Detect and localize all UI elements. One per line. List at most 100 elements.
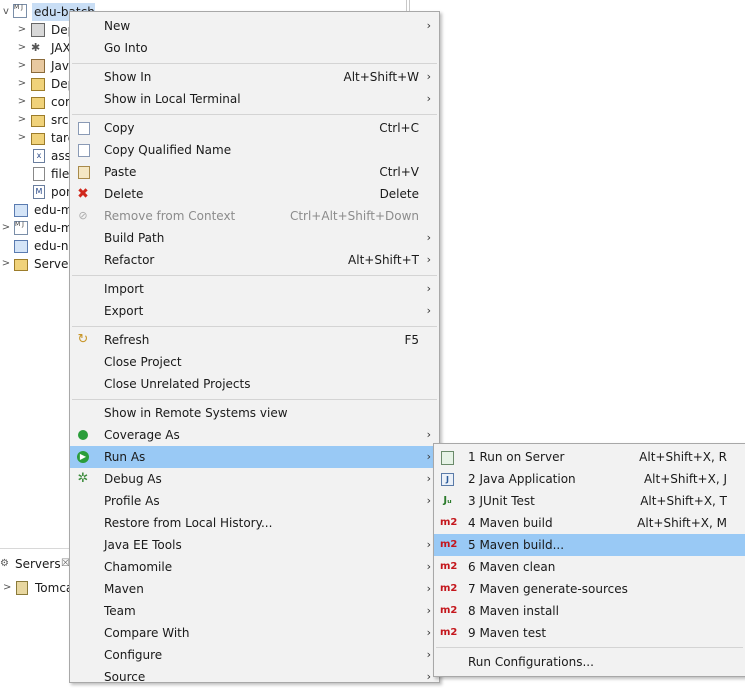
- chevron-right-icon: ›: [426, 626, 431, 639]
- submenu-item-label: 7 Maven generate-sources: [468, 582, 628, 596]
- tree-item-label: Java: [51, 59, 70, 73]
- submenu-item-maven-install[interactable]: m2 8 Maven install: [434, 600, 745, 622]
- chevron-right-icon: ›: [426, 604, 431, 617]
- menu-item-source[interactable]: Source ›: [70, 666, 439, 688]
- chevron-right-icon[interactable]: >: [17, 111, 27, 129]
- tree-item-label: targ: [51, 131, 70, 145]
- menu-item-go-into[interactable]: Go Into: [70, 37, 439, 59]
- menu-item-show-in-local-terminal[interactable]: Show in Local Terminal ›: [70, 88, 439, 110]
- menu-item-label: Export: [104, 304, 144, 318]
- menu-item-copy[interactable]: Copy Ctrl+C: [70, 117, 439, 139]
- menu-item-new[interactable]: New ›: [70, 15, 439, 37]
- menu-item-delete[interactable]: ✖ Delete Delete: [70, 183, 439, 205]
- menu-item-maven[interactable]: Maven ›: [70, 578, 439, 600]
- menu-item-shortcut: Alt+Shift+W: [343, 70, 420, 84]
- tree-item-label: edu-m: [34, 203, 70, 217]
- chevron-right-icon[interactable]: >: [17, 93, 27, 111]
- menu-item-import[interactable]: Import ›: [70, 278, 439, 300]
- chevron-right-icon[interactable]: >: [1, 255, 11, 273]
- menu-item-shortcut: Delete: [379, 187, 419, 201]
- tree-row[interactable]: x asse: [0, 147, 70, 165]
- submenu-item-maven-build[interactable]: m2 4 Maven build Alt+Shift+X, M: [434, 512, 745, 534]
- menu-item-profile-as[interactable]: Profile As ›: [70, 490, 439, 512]
- tree-row[interactable]: > Dep: [0, 21, 70, 39]
- menu-item-team[interactable]: Team ›: [70, 600, 439, 622]
- submenu-item-java-application[interactable]: J 2 Java Application Alt+Shift+X, J: [434, 468, 745, 490]
- chevron-right-icon: ›: [426, 472, 431, 485]
- submenu-item-label: 3 JUnit Test: [468, 494, 535, 508]
- project-icon: [14, 240, 28, 253]
- submenu-item-label: 8 Maven install: [468, 604, 559, 618]
- submenu-item-maven-build-dialog[interactable]: m2 5 Maven build...: [434, 534, 745, 556]
- menu-item-refresh[interactable]: ↻ Refresh F5: [70, 329, 439, 351]
- menu-item-paste[interactable]: Paste Ctrl+V: [70, 161, 439, 183]
- tree-row[interactable]: > cor: [0, 93, 70, 111]
- folder-icon: [31, 115, 45, 127]
- menu-item-label: Show In: [104, 70, 152, 84]
- menu-item-label: Maven: [104, 582, 144, 596]
- submenu-item-maven-generate-sources[interactable]: m2 7 Maven generate-sources: [434, 578, 745, 600]
- submenu-item-label: 6 Maven clean: [468, 560, 556, 574]
- tree-row[interactable]: > targ: [0, 129, 70, 147]
- menu-item-configure[interactable]: Configure ›: [70, 644, 439, 666]
- menu-item-label: Paste: [104, 165, 137, 179]
- chevron-right-icon[interactable]: >: [17, 57, 27, 75]
- menu-separator: [72, 114, 437, 115]
- menu-item-chamomile[interactable]: Chamomile ›: [70, 556, 439, 578]
- chevron-down-icon[interactable]: v: [1, 3, 11, 21]
- menu-item-show-in[interactable]: Show In Alt+Shift+W ›: [70, 66, 439, 88]
- menu-item-label: Delete: [104, 187, 144, 201]
- menu-item-close-unrelated-projects[interactable]: Close Unrelated Projects: [70, 373, 439, 395]
- menu-item-close-project[interactable]: Close Project: [70, 351, 439, 373]
- menu-item-shortcut: Ctrl+Alt+Shift+Down: [289, 209, 419, 223]
- chevron-right-icon[interactable]: >: [1, 219, 11, 237]
- maven-m2-icon: m2: [440, 583, 458, 594]
- menu-item-label: Team: [104, 604, 136, 618]
- file-icon: [33, 167, 45, 181]
- tree-row[interactable]: edu-ne: [0, 237, 70, 255]
- menu-item-build-path[interactable]: Build Path ›: [70, 227, 439, 249]
- menu-item-label: Copy: [104, 121, 135, 135]
- submenu-item-junit-test[interactable]: Jᵤ 3 JUnit Test Alt+Shift+X, T: [434, 490, 745, 512]
- submenu-item-shortcut: Alt+Shift+X, J: [643, 472, 727, 486]
- menu-item-debug-as[interactable]: ✲ Debug As ›: [70, 468, 439, 490]
- chevron-right-icon[interactable]: >: [17, 75, 27, 93]
- tree-row[interactable]: edu-m: [0, 201, 70, 219]
- delete-icon: ✖: [77, 186, 89, 202]
- menu-item-label: Java EE Tools: [104, 538, 182, 552]
- menu-item-run-as[interactable]: ▶ Run As ›: [70, 446, 439, 468]
- submenu-item-run-configurations[interactable]: Run Configurations...: [434, 651, 745, 673]
- menu-item-coverage-as[interactable]: Coverage As ›: [70, 424, 439, 446]
- maven-m2-icon: m2: [440, 539, 458, 550]
- tree-row[interactable]: > Java: [0, 57, 70, 75]
- chevron-right-icon[interactable]: >: [17, 21, 27, 39]
- menu-item-restore-from-local-history[interactable]: Restore from Local History...: [70, 512, 439, 534]
- tree-row[interactable]: > src: [0, 111, 70, 129]
- chevron-right-icon: ›: [426, 304, 431, 317]
- chevron-right-icon[interactable]: >: [3, 579, 11, 597]
- submenu-item-run-on-server[interactable]: 1 Run on Server Alt+Shift+X, R: [434, 446, 745, 468]
- tree-row[interactable]: file: [0, 165, 70, 183]
- submenu-item-maven-test[interactable]: m2 9 Maven test: [434, 622, 745, 644]
- menu-item-show-in-remote-systems[interactable]: Show in Remote Systems view: [70, 402, 439, 424]
- chevron-right-icon[interactable]: >: [17, 39, 27, 57]
- menu-item-label: Configure: [104, 648, 163, 662]
- chevron-right-icon[interactable]: >: [17, 129, 27, 147]
- menu-item-shortcut: F5: [404, 333, 419, 347]
- chevron-right-icon: ›: [426, 231, 431, 244]
- menu-item-java-ee-tools[interactable]: Java EE Tools ›: [70, 534, 439, 556]
- jax-icon: ✱: [31, 41, 41, 54]
- menu-item-refactor[interactable]: Refactor Alt+Shift+T ›: [70, 249, 439, 271]
- tree-row[interactable]: > Dep: [0, 75, 70, 93]
- menu-item-copy-qualified-name[interactable]: Copy Qualified Name: [70, 139, 439, 161]
- menu-item-export[interactable]: Export ›: [70, 300, 439, 322]
- tree-row[interactable]: > ✱ JAX: [0, 39, 70, 57]
- submenu-item-shortcut: Alt+Shift+X, R: [639, 450, 727, 464]
- tree-row[interactable]: M pon: [0, 183, 70, 201]
- menu-item-remove-from-context: ⊘ Remove from Context Ctrl+Alt+Shift+Down: [70, 205, 439, 227]
- submenu-item-maven-clean[interactable]: m2 6 Maven clean: [434, 556, 745, 578]
- menu-item-compare-with[interactable]: Compare With ›: [70, 622, 439, 644]
- tree-row[interactable]: > M J edu-m: [0, 219, 70, 237]
- tree-row[interactable]: > Server: [0, 255, 70, 273]
- menu-item-label: Refresh: [104, 333, 150, 347]
